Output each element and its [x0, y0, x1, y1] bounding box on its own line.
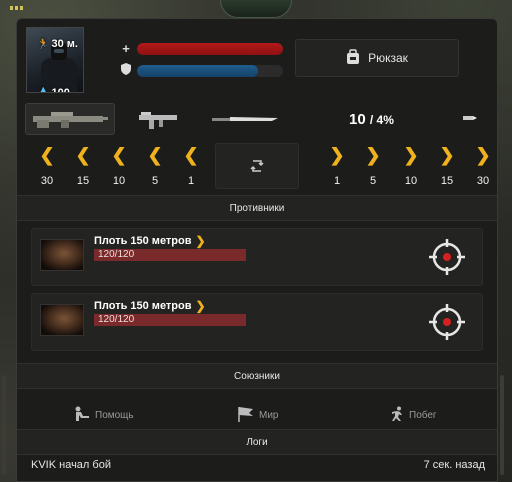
enemy-hp-bar: 120/120 [94, 314, 246, 326]
enemy-portrait [40, 304, 84, 336]
health-row: + [121, 41, 283, 56]
help-person-icon [73, 406, 91, 425]
move-forward-15[interactable]: ❯ 15 [431, 143, 463, 189]
corner-indicator [10, 6, 23, 10]
move-forward-5[interactable]: ❯ 5 [357, 143, 389, 189]
scrollbar[interactable] [500, 375, 504, 475]
smg-icon [139, 112, 177, 129]
peace-label: Мир [259, 409, 279, 421]
ammo-suffix: / 4% [369, 113, 394, 127]
chevron-left-icon: ❮ [147, 145, 163, 165]
movement-controls: ❮ 30 ❮ 15 ❮ 10 ❮ 5 ❮ 1 ❯ 1 ❯ 5 ❯ 10 ❯ 15… [25, 143, 491, 191]
refresh-button[interactable] [215, 143, 299, 189]
refresh-icon [250, 160, 264, 172]
move-back-15[interactable]: ❮ 15 [67, 143, 99, 189]
chevron-right-icon: ❯ [475, 145, 491, 165]
backpack-button[interactable]: Рюкзак [295, 39, 459, 77]
enemies-title: Противники [229, 202, 285, 214]
left-rail [2, 375, 6, 475]
log-time: 7 сек. назад [423, 459, 485, 471]
chevron-left-icon: ❮ [183, 145, 199, 165]
actions-row: Помощь Мир Побег [17, 403, 497, 427]
top-ornament [220, 0, 292, 18]
armor-row [121, 63, 283, 78]
crosshair-icon[interactable] [428, 303, 466, 341]
plus-icon: + [122, 41, 130, 56]
log-entry: KVIK начал бой 7 сек. назад [31, 459, 485, 471]
move-forward-10[interactable]: ❯ 10 [395, 143, 427, 189]
logs-header: Логи [17, 429, 497, 455]
move-forward-1[interactable]: ❯ 1 [321, 143, 353, 189]
player-avatar[interactable]: 🏃 30 м. 💧 100 [26, 27, 84, 93]
chevron-right-icon: ❯ [195, 299, 206, 313]
running-man-icon: 🏃 [37, 38, 50, 50]
ammo-counter: 10 / 4% [349, 111, 394, 128]
shield-icon [121, 63, 131, 78]
droplet-icon: 💧 [37, 87, 50, 93]
chevron-right-icon: ❯ [403, 145, 419, 165]
armor-bar [137, 64, 283, 77]
move-back-5[interactable]: ❮ 5 [139, 143, 171, 189]
move-back-1[interactable]: ❮ 1 [175, 143, 207, 189]
move-forward-30[interactable]: ❯ 30 [467, 143, 499, 189]
help-button[interactable]: Помощь [73, 406, 134, 425]
peace-button[interactable]: Мир [237, 406, 278, 425]
move-back-10[interactable]: ❮ 10 [103, 143, 135, 189]
flag-icon [237, 406, 255, 425]
chevron-left-icon: ❮ [75, 145, 91, 165]
crosshair-icon[interactable] [428, 238, 466, 276]
chevron-right-icon: ❯ [439, 145, 455, 165]
chevron-right-icon: ❯ [329, 145, 345, 165]
weapon-slot-rifle[interactable] [25, 103, 115, 135]
backpack-label: Рюкзак [368, 51, 408, 65]
enemy-card[interactable]: Плоть 150 метров ❯ 120/120 [31, 293, 483, 351]
chevron-left-icon: ❮ [39, 145, 55, 165]
distance-stat: 🏃 30 м. [37, 38, 78, 50]
weapon-slot-smg[interactable] [135, 103, 183, 135]
log-message: KVIK начал бой [31, 459, 111, 471]
bullet-icon [463, 116, 477, 120]
enemy-portrait [40, 239, 84, 271]
knife-icon [212, 117, 278, 121]
backpack-icon [346, 48, 360, 68]
enemies-header: Противники [17, 195, 497, 221]
escape-label: Побег [409, 409, 437, 421]
enemy-name: Плоть 150 метров ❯ [94, 234, 206, 248]
weapon-slot-knife[interactable] [211, 103, 281, 135]
chevron-right-icon: ❯ [365, 145, 381, 165]
allies-header: Союзники [17, 363, 497, 389]
chevron-right-icon: ❯ [195, 234, 206, 248]
running-man-icon [389, 406, 405, 425]
enemy-name: Плоть 150 метров ❯ [94, 299, 206, 313]
allies-title: Союзники [234, 370, 280, 382]
water-value: 100 [51, 87, 70, 93]
battle-panel: 🏃 30 м. 💧 100 + Рюкзак 10 / 4% ❮ 30 ❮ 15… [16, 18, 498, 482]
health-bar [137, 42, 283, 55]
water-stat: 💧 100 [37, 87, 70, 93]
escape-button[interactable]: Побег [389, 406, 437, 425]
chevron-left-icon: ❮ [111, 145, 127, 165]
ammo-value: 10 [349, 111, 366, 128]
distance-value: 30 м. [51, 38, 78, 50]
move-back-30[interactable]: ❮ 30 [31, 143, 63, 189]
help-label: Помощь [95, 409, 134, 421]
enemy-card[interactable]: Плоть 150 метров ❯ 120/120 [31, 228, 483, 286]
enemy-hp-bar: 120/120 [94, 249, 246, 261]
logs-title: Логи [246, 436, 268, 448]
rifle-icon [33, 112, 108, 128]
